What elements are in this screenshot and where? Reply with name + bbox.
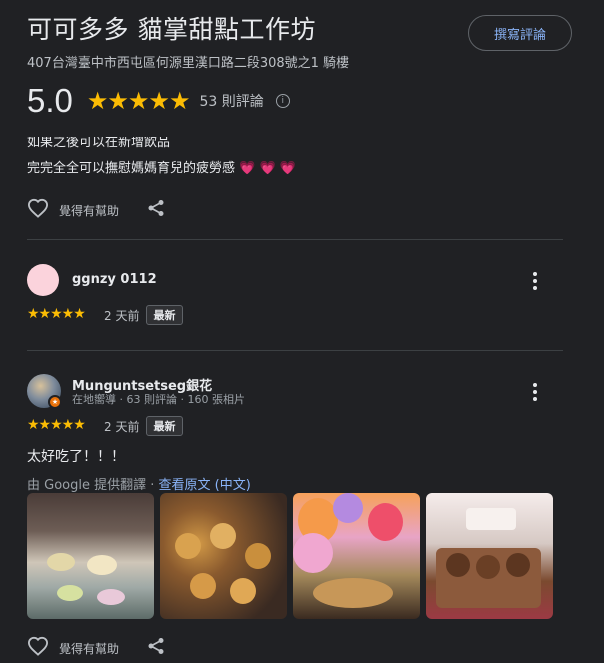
review-stars: ★★★★★	[27, 417, 86, 433]
review-count[interactable]: 53 則評論	[199, 91, 263, 111]
review-stars: ★★★★★	[27, 306, 86, 322]
place-header: 可可多多 貓掌甜點工作坊 407台灣臺中市西屯區何源里漢口路二段308號之1 騎…	[27, 10, 604, 135]
prev-review-actions: 覺得有幫助	[27, 198, 165, 222]
view-original-link[interactable]: 查看原文 (中文)	[159, 478, 251, 493]
review-photo-display-case[interactable]	[27, 493, 154, 619]
rating-value: 5.0	[27, 82, 73, 119]
new-badge: 最新	[146, 416, 183, 436]
review-actions: 覺得有幫助	[27, 636, 165, 660]
review-time: 2 天前	[104, 420, 140, 434]
share-icon[interactable]	[147, 199, 165, 221]
like-label[interactable]: 覺得有幫助	[59, 202, 119, 219]
reviewer-meta: 在地嚮導 · 63 則評論 · 160 張相片	[72, 393, 245, 406]
review-photo-balloons[interactable]	[293, 493, 420, 619]
translation-prefix: 由 Google 提供翻譯 ·	[27, 478, 159, 493]
place-address: 407台灣臺中市西屯區何源里漢口路二段308號之1 騎樓	[27, 56, 350, 71]
rating-stars: ★★★★★	[86, 87, 191, 115]
like-icon[interactable]	[27, 198, 49, 222]
review-photo-gift-box[interactable]	[426, 493, 553, 619]
like-label[interactable]: 覺得有幫助	[59, 640, 119, 657]
more-options-icon[interactable]	[532, 272, 538, 290]
review-photo-pastries[interactable]	[160, 493, 287, 619]
more-options-icon[interactable]	[532, 383, 538, 401]
like-icon[interactable]	[27, 636, 49, 660]
new-badge: 最新	[146, 305, 183, 325]
share-icon[interactable]	[147, 637, 165, 659]
prev-review-last-line: 完完全全可以撫慰媽媽育兒的疲勞感 💗 💗 💗	[27, 161, 296, 176]
prev-review-partial-line: 如果之後可以在新增飲品	[27, 137, 171, 150]
review-text: 太好吃了！！！	[27, 449, 125, 465]
rating-summary: 5.0 ★★★★★ 53 則評論 i	[27, 82, 290, 120]
review-divider	[27, 239, 563, 240]
reviewer-name[interactable]: ggnzy 0112	[72, 272, 157, 287]
review-divider	[27, 350, 563, 351]
avatar[interactable]	[27, 264, 59, 296]
write-review-button[interactable]: 撰寫評論	[468, 15, 572, 51]
info-icon[interactable]: i	[275, 94, 290, 108]
local-guide-badge-icon: ★	[48, 395, 62, 409]
review-time: 2 天前	[104, 309, 140, 323]
heart-emojis: 💗 💗 💗	[239, 161, 296, 176]
review-photos	[27, 493, 553, 619]
translation-note: 由 Google 提供翻譯 · 查看原文 (中文)	[27, 474, 251, 493]
